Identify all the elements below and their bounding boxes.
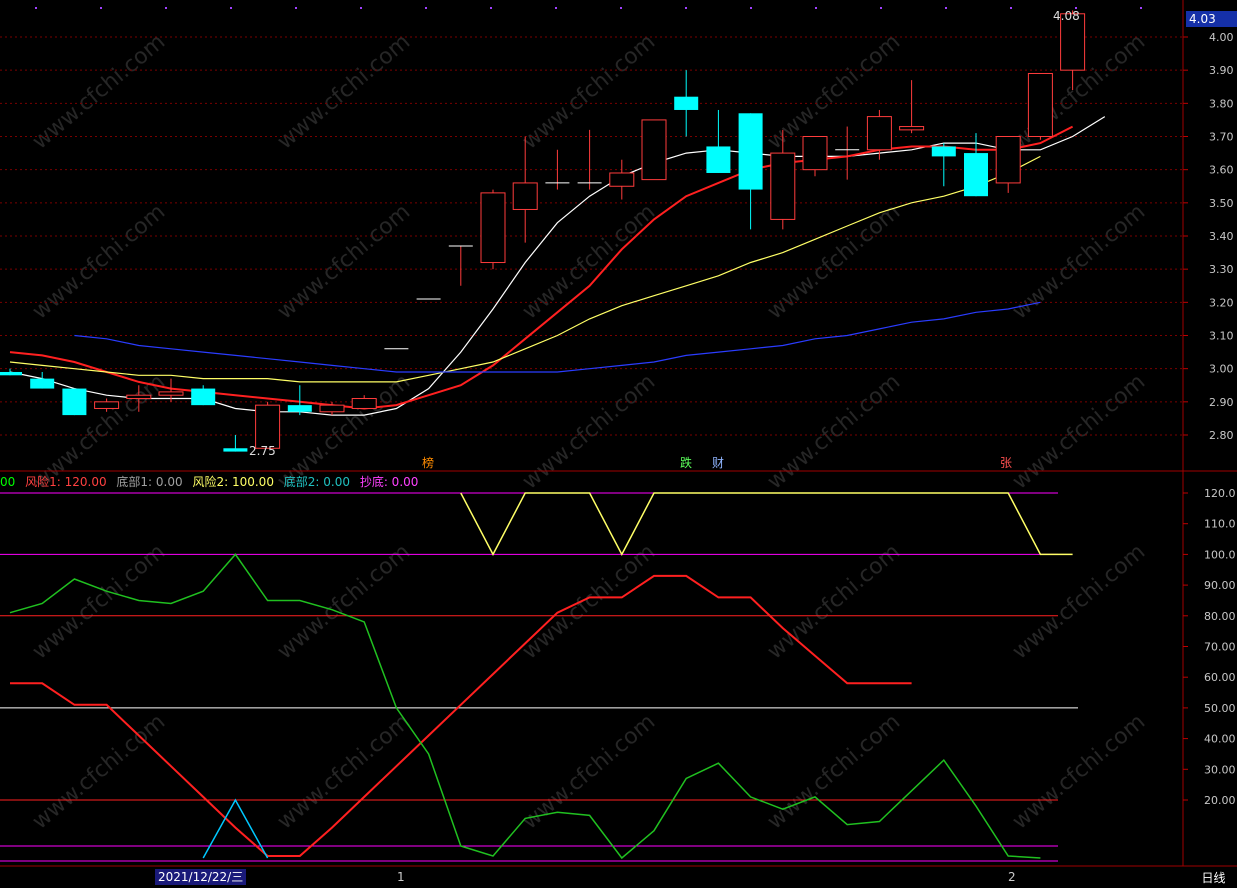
- candle-body-up: [899, 126, 925, 131]
- top-dot: [880, 7, 882, 9]
- top-dot: [165, 7, 167, 9]
- indicator-legend: 00 风险1: 120.00 底部1: 0.00 风险2: 100.00 底部2…: [0, 473, 424, 490]
- signal-zhang: 张: [1000, 456, 1013, 470]
- top-dot: [945, 7, 947, 9]
- candle-body-up: [770, 152, 796, 220]
- candle-body-up: [995, 136, 1021, 184]
- candle-body-up: [126, 394, 152, 400]
- indicator-axis-label: 30.00: [1204, 763, 1236, 776]
- candle-body-down: [931, 146, 956, 157]
- top-dot: [1140, 7, 1142, 9]
- top-dot: [100, 7, 102, 9]
- price-axis-label: 3.20: [1209, 296, 1234, 309]
- signal-die: 跌: [680, 456, 693, 470]
- top-dot: [620, 7, 622, 9]
- price-axis-label: 3.80: [1209, 97, 1234, 110]
- candle-body-down: [287, 405, 312, 412]
- legend-bottom1: 底部1: 0.00: [116, 475, 183, 489]
- top-dot: [230, 7, 232, 9]
- top-dot: [490, 7, 492, 9]
- period-daily-button[interactable]: 日线: [1190, 869, 1237, 887]
- top-dot: [1010, 7, 1012, 9]
- cursor-date-label: 2021/12/22/三: [155, 869, 247, 885]
- price-axis-label: 4.00: [1209, 31, 1234, 44]
- price-axis-label: 3.00: [1209, 363, 1234, 376]
- top-dot: [815, 7, 817, 9]
- price-axis-label: 3.10: [1209, 330, 1234, 343]
- candle-body-up: [609, 172, 635, 187]
- price-axis-label: 2.90: [1209, 396, 1234, 409]
- signal-cai: 财: [712, 456, 725, 470]
- candle-body-up: [866, 116, 892, 151]
- price-axis-label: 3.30: [1209, 263, 1234, 276]
- indicator-axis-label: 50.00: [1204, 702, 1236, 715]
- candle-body-down: [0, 371, 22, 376]
- indicator-axis-label: 110.0: [1204, 518, 1236, 531]
- indicator-axis-label: 20.00: [1204, 794, 1236, 807]
- candle-body-down: [674, 96, 699, 110]
- price-axis-label: 3.60: [1209, 164, 1234, 177]
- signal-bang: 榜: [422, 456, 435, 470]
- top-dot: [425, 7, 427, 9]
- candle-body-up: [255, 404, 281, 449]
- indicator-axis-label: 70.00: [1204, 641, 1236, 654]
- low-price-label: 2.75: [249, 444, 276, 458]
- candle-body-down: [706, 146, 731, 173]
- top-dot: [555, 7, 557, 9]
- top-dot: [35, 7, 37, 9]
- candle-body-down: [62, 388, 87, 416]
- candle-body-up: [1027, 72, 1053, 137]
- price-axis-label: 3.40: [1209, 230, 1234, 243]
- month-tick-1: 1: [397, 870, 405, 884]
- month-tick-2: 2: [1008, 870, 1016, 884]
- candle-body-down: [738, 113, 763, 190]
- candle-body-down: [964, 153, 988, 197]
- candle-body-up: [319, 404, 345, 413]
- top-dot: [750, 7, 752, 9]
- price-axis-label: 3.90: [1209, 64, 1234, 77]
- legend-risk2: 风险2: 100.00: [192, 475, 274, 489]
- candle-body-up: [480, 192, 506, 264]
- candle-body-up: [158, 391, 184, 396]
- indicator-axis-label: 120.0: [1204, 487, 1236, 500]
- candle-body-up: [641, 119, 667, 181]
- legend-risk1: 风险1: 120.00: [25, 475, 107, 489]
- indicator-axis-label: 100.0: [1204, 548, 1236, 561]
- top-dot: [360, 7, 362, 9]
- candle-body-up: [512, 182, 538, 210]
- candle-body-down: [223, 448, 248, 452]
- candle-body-down: [30, 378, 55, 389]
- current-price-tag: 4.03: [1186, 11, 1237, 27]
- stock-chart[interactable]: www.cfchi.com www.cfchi.com www.cfchi.com w…: [0, 0, 1237, 888]
- price-axis-label: 2.80: [1209, 429, 1234, 442]
- indicator-axis-label: 80.00: [1204, 610, 1236, 623]
- candle-body-down: [191, 388, 216, 406]
- indicator-axis-label: 90.00: [1204, 579, 1236, 592]
- high-price-label: 4.08: [1053, 9, 1080, 23]
- indicator-axis-label: 40.00: [1204, 733, 1236, 746]
- candle-body-up: [802, 136, 828, 171]
- legend-prefix: 00: [0, 475, 16, 489]
- candle-body-up: [351, 398, 377, 409]
- price-axis-label: 3.70: [1209, 131, 1234, 144]
- top-dot: [295, 7, 297, 9]
- legend-bottom2: 底部2: 0.00: [283, 475, 350, 489]
- indicator-axis-label: 60.00: [1204, 671, 1236, 684]
- top-dot: [685, 7, 687, 9]
- price-axis-label: 3.50: [1209, 197, 1234, 210]
- legend-chaodi: 抄底: 0.00: [359, 475, 419, 489]
- candle-body-up: [94, 401, 120, 409]
